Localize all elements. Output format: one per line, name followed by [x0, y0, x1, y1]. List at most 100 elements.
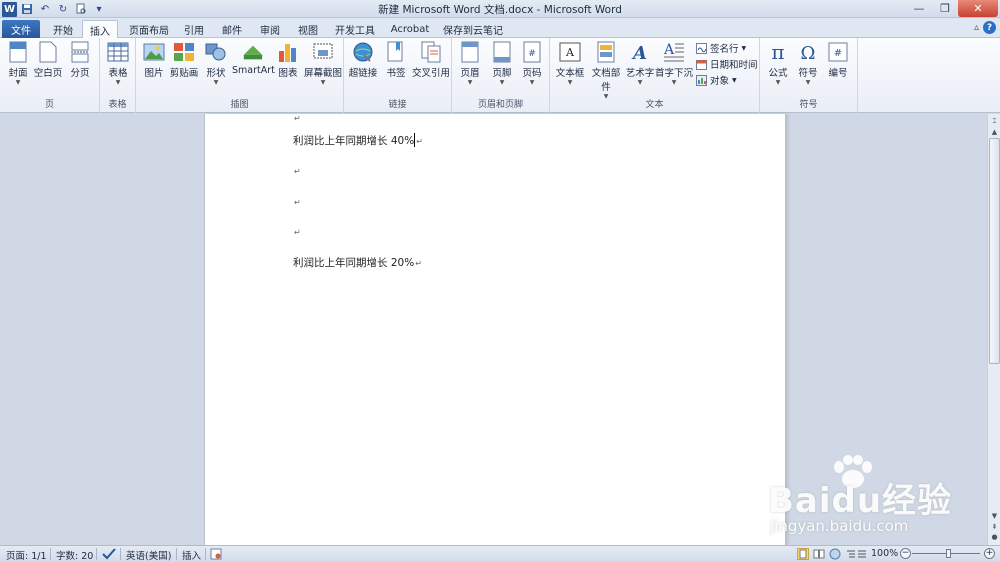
header-button[interactable]: 页眉 ▼	[454, 41, 486, 86]
document-line[interactable]: ↵	[293, 226, 301, 238]
text-box-icon: A	[559, 41, 581, 63]
title-bar: W ↶ ↻ ▾ 新建 Microsoft Word 文档.docx - Micr…	[0, 0, 1000, 18]
hyperlink-button[interactable]: 超链接	[347, 41, 379, 79]
blank-page-button[interactable]: 空白页	[32, 41, 64, 79]
scroll-down-icon[interactable]: ▼	[989, 510, 1000, 521]
document-line[interactable]: 利润比上年同期增长 40% ↵	[293, 133, 423, 148]
dropdown-arrow-icon: ▼	[567, 79, 573, 86]
svg-text:A: A	[663, 42, 675, 58]
cross-reference-button[interactable]: 交叉引用	[412, 41, 450, 79]
quick-parts-label: 文档部件	[591, 68, 621, 93]
tab-save-to-cloud-notes[interactable]: 保存到云笔记	[440, 20, 506, 38]
numbering-icon: #	[827, 41, 849, 63]
restore-icon[interactable]: ❐	[932, 0, 958, 17]
word-count-status[interactable]: 字数: 20	[56, 548, 93, 562]
tab-file[interactable]: 文件	[2, 20, 40, 38]
help-icon[interactable]: ?	[983, 21, 996, 34]
line-text: 利润比上年同期增长 40%	[293, 135, 415, 147]
shapes-button[interactable]: 形状 ▼	[200, 41, 232, 86]
svg-text:Ω: Ω	[801, 43, 816, 63]
dropdown-arrow-icon: ▼	[529, 79, 535, 86]
document-line[interactable]: ↵	[293, 196, 301, 208]
group-links-label: 链接	[388, 100, 407, 110]
bookmark-icon	[385, 41, 407, 63]
line-text: 利润比上年同期增长 20%	[293, 257, 415, 269]
page-number-label: 页码	[522, 68, 542, 79]
ribbon-insert: 封面 ▼ 空白页 分页 页 表格 ▼ 表格 图片 剪贴画 形状 ▼ SmartA…	[0, 38, 1000, 113]
collapse-ribbon-icon[interactable]: ▵	[974, 22, 979, 33]
language-status[interactable]: 英语(美国)	[126, 548, 171, 562]
drop-cap-button[interactable]: A 首字下沉 ▼	[654, 41, 694, 86]
window-controls: — ❐ ✕	[906, 0, 998, 17]
tab-mailings[interactable]: 邮件	[216, 20, 248, 38]
tab-insert[interactable]: 插入	[82, 20, 118, 39]
vertical-scrollbar[interactable]: ⌶ ▲ ▼ ⇞ ●	[987, 114, 1000, 545]
cover-page-button[interactable]: 封面 ▼	[2, 41, 34, 86]
numbering-button[interactable]: # 编号	[822, 41, 854, 79]
bookmark-button[interactable]: 书签	[380, 41, 412, 79]
blank-page-icon	[37, 41, 59, 63]
page-number-button[interactable]: # 页码 ▼	[516, 41, 548, 86]
text-box-button[interactable]: A 文本框 ▼	[552, 41, 588, 86]
tab-developer[interactable]: 开发工具	[330, 20, 380, 38]
dropdown-arrow-icon: ▼	[637, 79, 643, 86]
chart-button[interactable]: 图表	[272, 41, 304, 79]
tab-view[interactable]: 视图	[292, 20, 324, 38]
wordart-button[interactable]: A 艺术字 ▼	[624, 41, 656, 86]
date-time-button[interactable]: 日期和时间	[696, 57, 758, 71]
table-button[interactable]: 表格 ▼	[102, 41, 134, 86]
screenshot-button[interactable]: 屏幕截图 ▼	[304, 41, 342, 86]
smartart-button[interactable]: SmartArt	[232, 41, 275, 76]
status-divider	[120, 548, 121, 560]
blank-page-label: 空白页	[33, 68, 63, 79]
equation-button[interactable]: π 公式 ▼	[762, 41, 794, 86]
macro-record-icon[interactable]	[210, 548, 222, 562]
document-line[interactable]: 利润比上年同期增长 20%↵	[293, 255, 422, 270]
text-box-label: 文本框	[555, 68, 585, 79]
page-break-icon	[69, 41, 91, 63]
object-button[interactable]: 对象 ▼	[696, 73, 737, 87]
header-label: 页眉	[460, 68, 480, 79]
draft-view-icon[interactable]	[856, 548, 868, 562]
watermark-url: jingyan.baidu.com	[770, 517, 909, 535]
page-count-status[interactable]: 页面: 1/1	[6, 548, 47, 562]
status-divider	[176, 548, 177, 560]
proofing-icon[interactable]	[102, 548, 116, 562]
zoom-slider-thumb[interactable]	[946, 549, 951, 558]
smartart-label: SmartArt	[232, 65, 275, 76]
tab-acrobat[interactable]: Acrobat	[386, 20, 434, 38]
close-icon[interactable]: ✕	[958, 0, 998, 17]
paragraph-mark: ↵	[415, 259, 422, 268]
full-screen-reading-icon[interactable]	[813, 548, 825, 562]
footer-button[interactable]: 页脚 ▼	[486, 41, 518, 86]
scroll-up-icon[interactable]: ▲	[989, 126, 1000, 137]
browse-object-icon[interactable]: ●	[989, 531, 1000, 542]
tab-home[interactable]: 开始	[46, 20, 80, 38]
zoom-in-icon[interactable]: +	[984, 548, 995, 559]
picture-button[interactable]: 图片	[138, 41, 170, 79]
picture-label: 图片	[144, 68, 164, 79]
zoom-level[interactable]: 100%	[871, 548, 898, 559]
clip-art-button[interactable]: 剪贴画	[168, 41, 200, 79]
scroll-thumb[interactable]	[989, 138, 1000, 364]
page-break-button[interactable]: 分页	[64, 41, 96, 79]
table-icon	[107, 41, 129, 63]
numbering-label: 编号	[828, 68, 848, 79]
document-page[interactable]: ↵ 利润比上年同期增长 40% ↵ ↵ ↵ ↵ 利润比上年同期增长 20%↵	[204, 114, 786, 545]
print-layout-view-icon[interactable]	[797, 548, 809, 562]
signature-line-button[interactable]: 签名行 ▼	[696, 41, 746, 55]
insert-mode-status[interactable]: 插入	[182, 548, 201, 562]
tab-page-layout[interactable]: 页面布局	[124, 20, 174, 38]
symbol-button[interactable]: Ω 符号 ▼	[792, 41, 824, 86]
zoom-out-icon[interactable]: −	[900, 548, 911, 559]
document-line[interactable]: ↵	[293, 165, 301, 177]
quick-parts-button[interactable]: 文档部件 ▼	[588, 41, 624, 100]
web-layout-icon[interactable]	[829, 548, 841, 562]
minimize-icon[interactable]: —	[906, 0, 932, 17]
ribbon-help-area: ▵ ?	[974, 21, 996, 34]
tab-references[interactable]: 引用	[178, 20, 210, 38]
chart-icon	[277, 41, 299, 63]
group-pages-label: 页	[44, 100, 54, 110]
tab-review[interactable]: 审阅	[254, 20, 286, 38]
page-number-icon: #	[521, 41, 543, 63]
